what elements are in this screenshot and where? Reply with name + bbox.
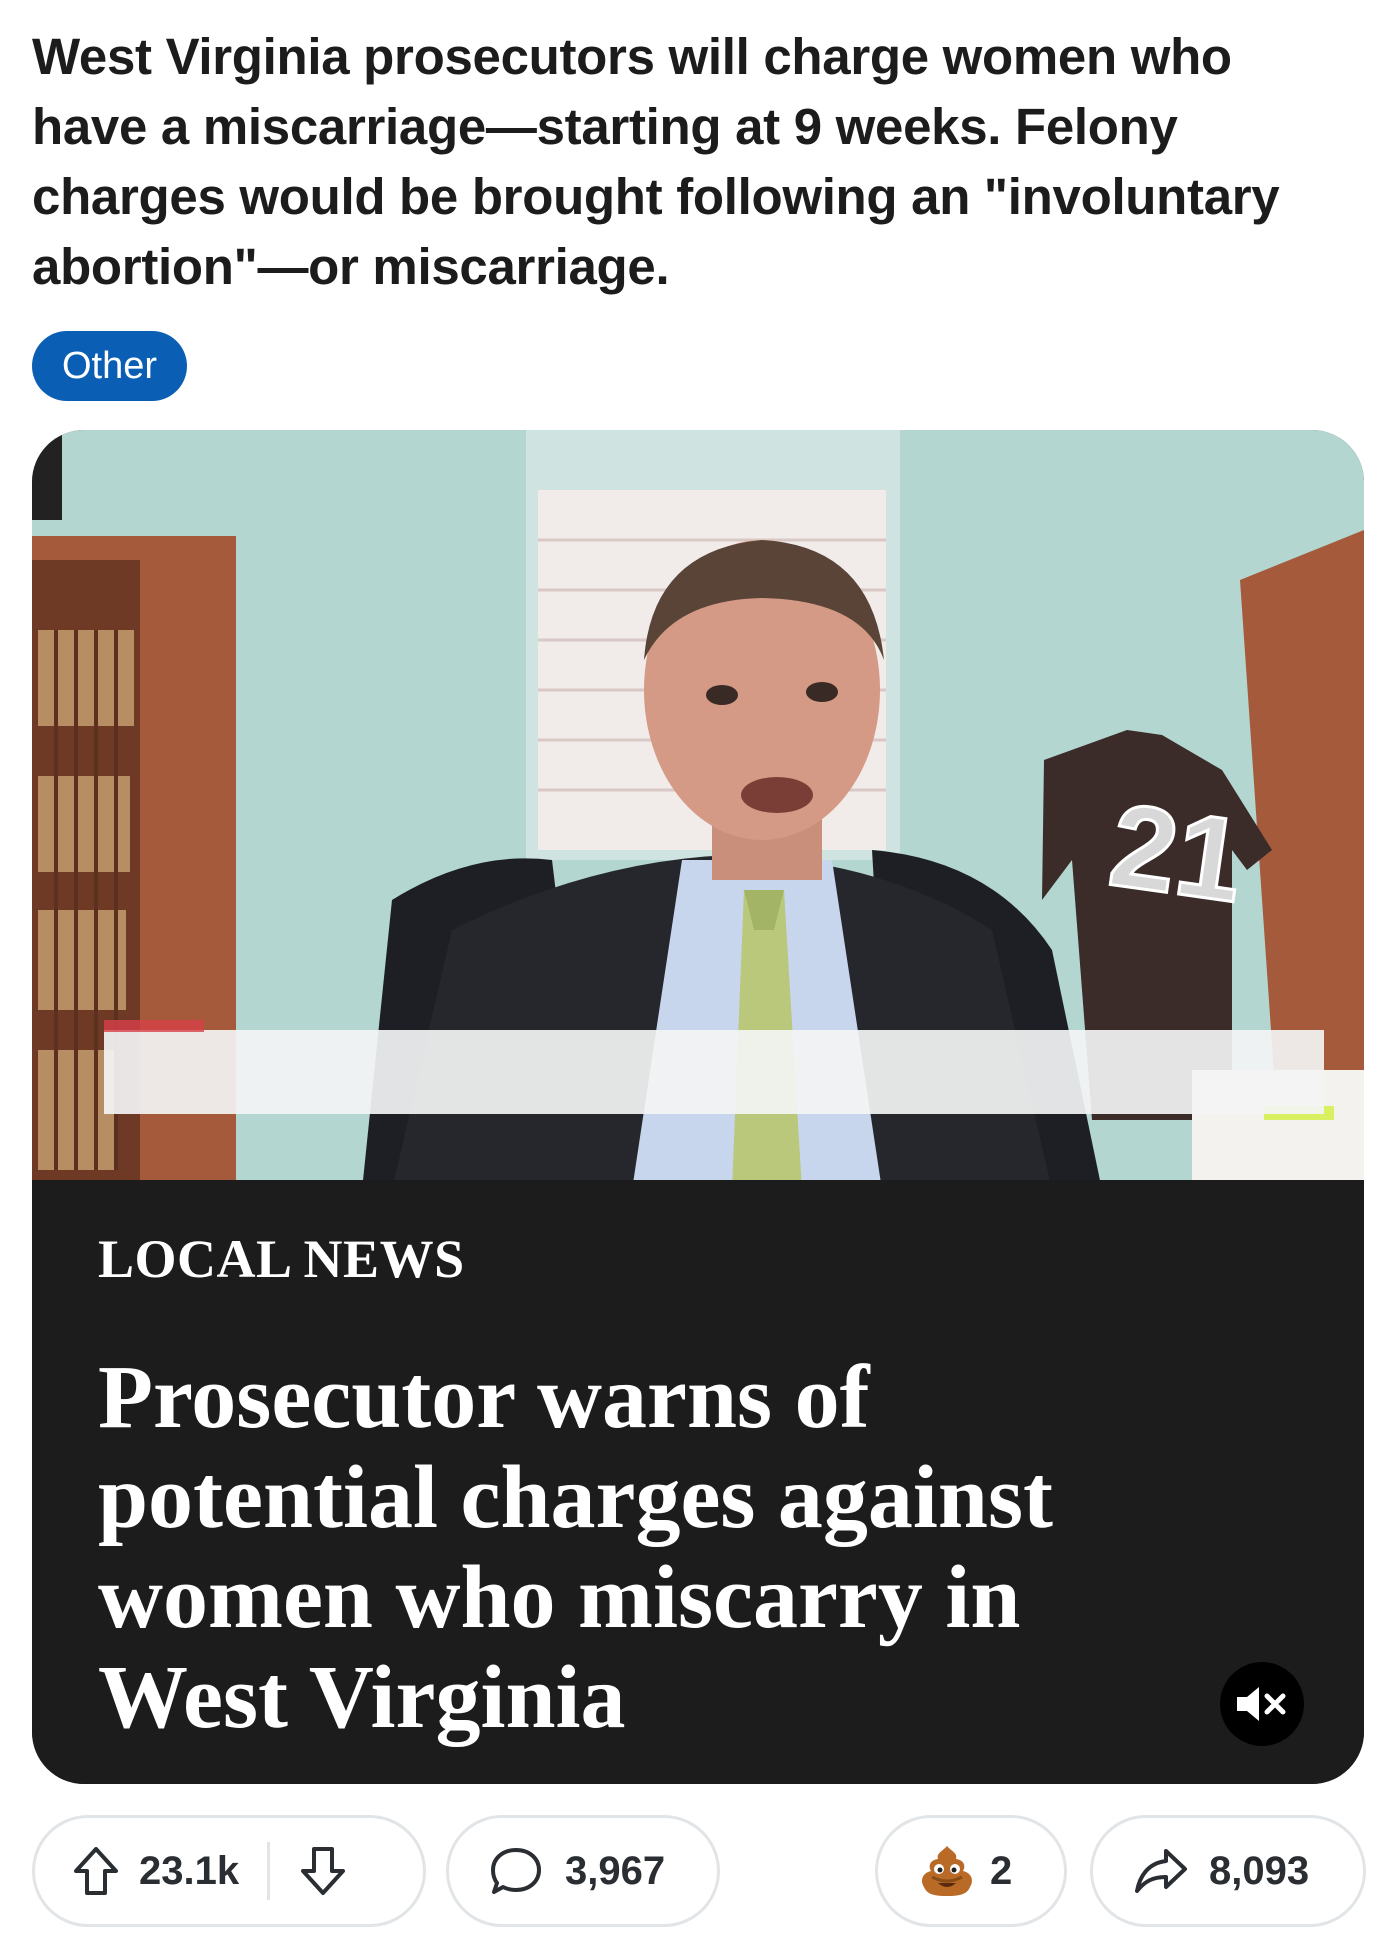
vote-divider [267,1842,271,1900]
video-frame: 21 [32,430,1364,1190]
jersey-number: 21 [1103,779,1251,928]
mute-toggle-button[interactable] [1220,1662,1304,1746]
video-player[interactable]: 21 LOCAL NEWS Prosecutor warns of potent… [32,430,1364,1784]
share-button[interactable]: 8,093 [1090,1815,1366,1927]
news-kicker: LOCAL NEWS [98,1229,465,1289]
upvote-button[interactable] [71,1845,121,1897]
poop-emoji-icon [922,1846,972,1896]
post-action-bar: 23.1k 3,967 2 8,093 [0,1815,1396,1927]
comment-count: 3,967 [565,1848,666,1893]
arrow-down-icon [301,1847,346,1895]
news-headline: Prosecutor warns of potential charges ag… [98,1348,1053,1747]
upvote-count: 23.1k [139,1848,240,1893]
award-count: 2 [990,1848,1013,1893]
post-title[interactable]: West Virginia prosecutors will charge wo… [32,22,1352,302]
post-flair[interactable]: Other [32,331,188,401]
award-button[interactable]: 2 [875,1815,1067,1927]
vote-control: 23.1k [32,1815,426,1927]
comments-button[interactable]: 3,967 [446,1815,720,1927]
speech-bubble-icon [491,1848,541,1894]
share-arrow-icon [1135,1849,1187,1893]
share-count: 8,093 [1209,1848,1310,1893]
arrow-up-icon [74,1847,118,1895]
downvote-button[interactable] [298,1845,348,1897]
news-caption: LOCAL NEWS Prosecutor warns of potential… [32,1180,1364,1784]
speaker-muted-icon [1237,1687,1286,1721]
